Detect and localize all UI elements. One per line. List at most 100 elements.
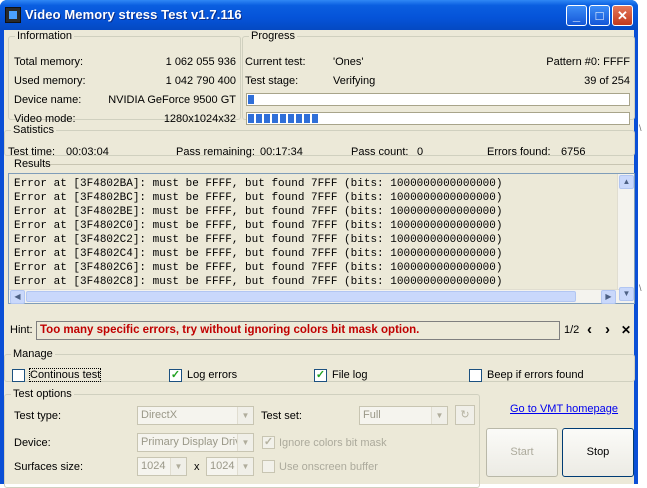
progress-segment [264, 114, 270, 123]
maximize-button[interactable]: □ [589, 5, 610, 26]
manage-legend: Manage [13, 348, 53, 360]
scroll-right-icon[interactable]: ▶ [601, 290, 616, 304]
file-log-checkbox[interactable]: ✓ [314, 369, 327, 382]
hint-row: Hint: Too many specific errors, try with… [4, 319, 634, 341]
test-set-select[interactable]: Full ▼ [359, 406, 448, 425]
edge-fragment: \ [639, 283, 642, 293]
window-title: Video Memory stress Test v1.7.116 [25, 7, 242, 22]
total-memory-value: 1 062 055 936 [165, 56, 236, 68]
progress-segment [304, 114, 310, 123]
device-value: Primary Display Drive [141, 436, 247, 448]
surface-times-sign: x [194, 461, 200, 473]
used-memory-label: Used memory: [14, 75, 86, 87]
hint-prev-icon[interactable]: ‹ [587, 321, 592, 338]
test-type-label: Test type: [14, 410, 62, 422]
pass-remaining-value: 00:17:34 [260, 146, 303, 158]
hint-next-icon[interactable]: › [605, 321, 610, 338]
client-area: Information Total memory: 1 062 055 936 … [4, 30, 635, 488]
used-memory-value: 1 042 790 400 [165, 75, 236, 87]
results-horizontal-scrollbar[interactable]: ◀ ▶ [9, 289, 619, 304]
log-line: Error at [3F4802BA]: must be FFFF, but f… [14, 178, 503, 190]
test-options-group: Test options Test type: DirectX ▼ Test s… [4, 388, 480, 488]
pass-count-value: 0 [417, 146, 424, 158]
beep-checkbox[interactable] [469, 369, 482, 382]
continuous-test-label[interactable]: Continous test [28, 368, 102, 382]
device-name-value: NVIDIA GeForce 9500 GT [108, 94, 236, 106]
information-legend: Information [17, 30, 73, 42]
log-line: Error at [3F4802BC]: must be FFFF, but f… [14, 192, 503, 204]
log-line: Error at [3F4802C0]: must be FFFF, but f… [14, 220, 503, 232]
hint-message: Too many specific errors, try without ig… [36, 321, 560, 340]
chevron-down-icon: ▼ [431, 407, 447, 424]
scroll-down-icon[interactable]: ▼ [619, 287, 634, 301]
close-button[interactable]: ✕ [612, 5, 633, 26]
stop-button[interactable]: Stop [562, 428, 634, 477]
log-errors-checkbox[interactable]: ✓ [169, 369, 182, 382]
test-stage-value: Verifying [333, 75, 376, 87]
ignore-colors-label[interactable]: Ignore colors bit mask [279, 437, 387, 449]
progress-segment [280, 114, 286, 123]
beep-label[interactable]: Beep if errors found [487, 369, 584, 381]
current-test-value: 'Ones' [333, 56, 364, 68]
manage-group: Manage Continous test ✓ Log errors ✓ Fil… [4, 348, 635, 382]
surfaces-size-label: Surfaces size: [14, 461, 84, 473]
test-type-select[interactable]: DirectX ▼ [137, 406, 254, 425]
results-log[interactable]: Error at [3F4802BA]: must be FFFF, but f… [10, 175, 618, 288]
progress-segment [256, 114, 262, 123]
progress-segment [296, 114, 302, 123]
chevron-down-icon: ▼ [237, 458, 253, 475]
information-group: Information Total memory: 1 062 055 936 … [8, 30, 241, 125]
test-stage-label: Test stage: [245, 75, 299, 87]
progress-segment [288, 114, 294, 123]
surface-width-select[interactable]: 1024 ▼ [137, 457, 187, 476]
results-vertical-scrollbar[interactable]: ▲ ▼ [617, 174, 634, 303]
test-time-value: 00:03:04 [66, 146, 109, 158]
hint-close-icon[interactable]: ✕ [621, 323, 631, 337]
device-label: Device: [14, 437, 51, 449]
surface-height-value: 1024 [210, 460, 235, 472]
pattern-progress-fill [248, 95, 256, 104]
device-select[interactable]: Primary Display Drive ▼ [137, 433, 254, 452]
file-log-label[interactable]: File log [332, 369, 367, 381]
hint-label: Hint: [10, 324, 33, 336]
app-window: Video Memory stress Test v1.7.116 _ □ ✕ … [0, 0, 638, 488]
chevron-down-icon: ▼ [237, 407, 253, 424]
test-set-value: Full [363, 409, 381, 421]
log-line: Error at [3F4802C8]: must be FFFF, but f… [14, 276, 503, 288]
start-button[interactable]: Start [486, 428, 558, 477]
log-errors-label[interactable]: Log errors [187, 369, 237, 381]
results-separator [34, 164, 634, 165]
errors-found-label: Errors found: [487, 146, 551, 158]
current-test-label: Current test: [245, 56, 306, 68]
progress-segment [248, 114, 254, 123]
progress-segment [272, 114, 278, 123]
onscreen-buffer-label[interactable]: Use onscreen buffer [279, 461, 378, 473]
results-legend: Results [14, 158, 51, 170]
stage-progress-fill [248, 114, 320, 123]
scroll-up-icon[interactable]: ▲ [619, 175, 634, 189]
continuous-test-checkbox[interactable] [12, 369, 25, 382]
test-type-value: DirectX [141, 409, 178, 421]
progress-segment [248, 95, 254, 104]
horizontal-scroll-thumb[interactable] [26, 291, 576, 302]
test-set-label: Test set: [261, 410, 302, 422]
minimize-button[interactable]: _ [566, 5, 587, 26]
test-time-label: Test time: [8, 146, 56, 158]
log-line: Error at [3F4802BE]: must be FFFF, but f… [14, 206, 503, 218]
onscreen-buffer-checkbox[interactable] [262, 460, 275, 473]
pattern-progress-bar [246, 93, 630, 106]
total-memory-label: Total memory: [14, 56, 84, 68]
log-line: Error at [3F4802C2]: must be FFFF, but f… [14, 234, 503, 246]
surface-height-select[interactable]: 1024 ▼ [206, 457, 254, 476]
results-log-panel[interactable]: Error at [3F4802BA]: must be FFFF, but f… [8, 173, 635, 304]
app-icon [5, 7, 21, 23]
refresh-icon[interactable]: ↻ [455, 405, 475, 425]
progress-legend: Progress [251, 30, 296, 42]
ignore-colors-checkbox[interactable]: ✓ [262, 436, 275, 449]
scroll-left-icon[interactable]: ◀ [10, 290, 25, 304]
test-options-legend: Test options [13, 388, 72, 400]
errors-found-value: 6756 [561, 146, 586, 158]
hint-page-indicator: 1/2 [564, 324, 580, 336]
homepage-link[interactable]: Go to VMT homepage [510, 403, 618, 415]
title-bar[interactable]: Video Memory stress Test v1.7.116 _ □ ✕ [0, 0, 638, 30]
